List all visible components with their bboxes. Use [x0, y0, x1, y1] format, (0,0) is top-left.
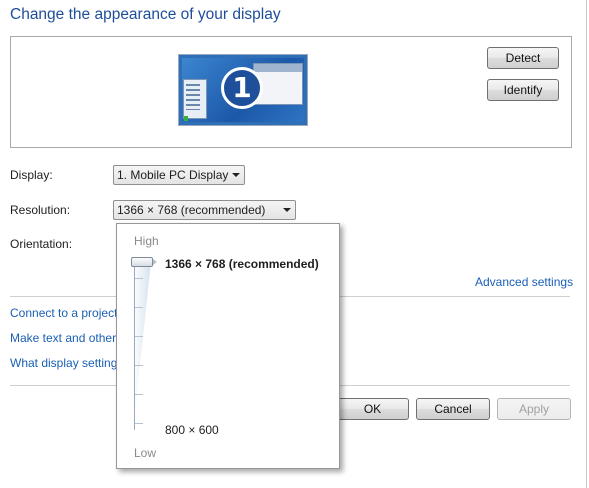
monitor-number-badge: 1	[221, 67, 263, 109]
slider-high-label: High	[134, 234, 159, 248]
resolution-option-selected[interactable]: 1366 × 768 (recommended)	[165, 257, 319, 271]
resolution-select[interactable]: 1366 × 768 (recommended)	[113, 200, 296, 220]
orientation-label: Orientation:	[10, 237, 73, 251]
display-preview-area: 1 Detect Identify	[10, 36, 572, 148]
connect-projector-link[interactable]: Connect to a projector	[10, 306, 128, 320]
display-label: Display:	[10, 168, 53, 182]
resolution-label: Resolution:	[10, 203, 71, 217]
display-select[interactable]: 1. Mobile PC Display	[113, 165, 245, 185]
slider-wedge	[133, 262, 151, 430]
apply-button: Apply	[497, 398, 571, 420]
identify-button[interactable]: Identify	[487, 79, 559, 101]
detect-button[interactable]: Detect	[487, 47, 559, 69]
cancel-button[interactable]: Cancel	[416, 398, 490, 420]
slider-tick	[135, 423, 143, 424]
resolution-option-min[interactable]: 800 × 600	[165, 423, 219, 437]
resolution-select-value: 1366 × 768 (recommended)	[117, 203, 266, 217]
monitor-1-icon[interactable]: 1	[178, 54, 308, 126]
mini-window-icon	[183, 79, 207, 119]
slider-tick	[135, 278, 143, 279]
mini-taskbar-icon	[184, 116, 188, 121]
chevron-down-icon	[283, 208, 291, 212]
slider-tick	[135, 394, 143, 395]
ok-button[interactable]: OK	[336, 398, 409, 420]
slider-low-label: Low	[134, 446, 157, 460]
slider-tick	[135, 336, 143, 337]
resolution-dropdown-popup: High 1366 × 768 (recommended) 800 × 600 …	[116, 223, 340, 469]
slider-tick	[135, 365, 143, 366]
slider-tick	[135, 307, 143, 308]
resolution-slider[interactable]	[133, 262, 151, 430]
window-border	[586, 0, 587, 488]
chevron-down-icon	[232, 173, 240, 177]
display-select-value: 1. Mobile PC Display	[117, 168, 229, 182]
advanced-settings-link[interactable]: Advanced settings	[475, 275, 573, 289]
slider-rail	[134, 262, 135, 430]
slider-thumb[interactable]	[131, 257, 157, 267]
page-title: Change the appearance of your display	[10, 6, 281, 23]
